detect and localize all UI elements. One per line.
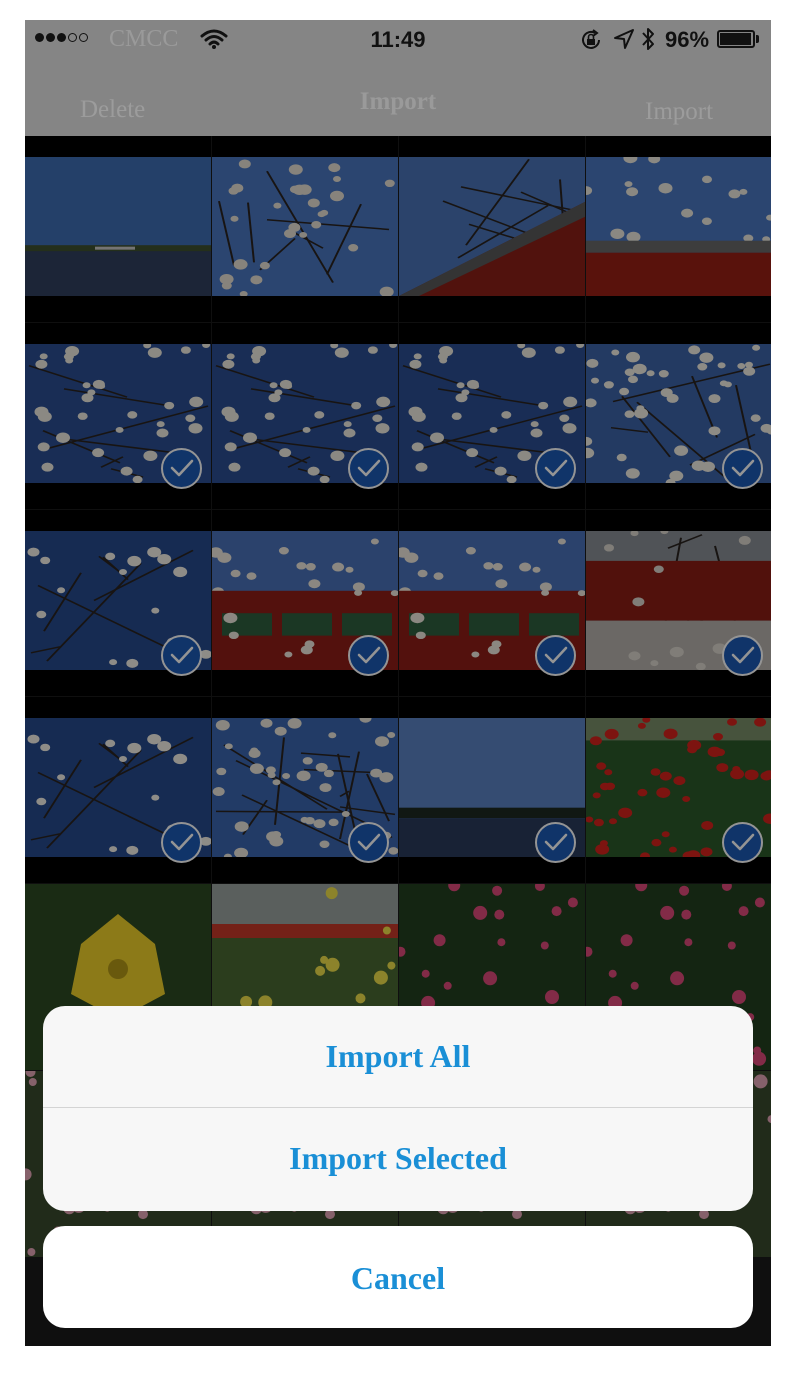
import-selected-button[interactable]: Import Selected <box>43 1108 753 1211</box>
rotation-lock-icon <box>579 28 603 57</box>
battery-percent: 96% <box>665 27 710 52</box>
status-bar: CMCC 11:49 96% <box>25 20 771 60</box>
location-arrow-icon <box>613 28 635 55</box>
navigation-bar: Delete Import Import <box>25 60 771 136</box>
import-all-button[interactable]: Import All <box>43 1006 753 1107</box>
import-button[interactable]: Import <box>645 98 713 126</box>
battery-icon <box>717 30 755 48</box>
battery-tip <box>756 35 759 43</box>
phone-screen: CMCC 11:49 96% Delete Import Import Impo… <box>25 20 771 1346</box>
clock: 11:49 <box>370 27 426 52</box>
bluetooth-icon <box>640 26 656 57</box>
cancel-sheet: Cancel <box>43 1226 753 1328</box>
cancel-button[interactable]: Cancel <box>43 1226 753 1328</box>
import-options-sheet: Import All Import Selected <box>43 1006 753 1211</box>
